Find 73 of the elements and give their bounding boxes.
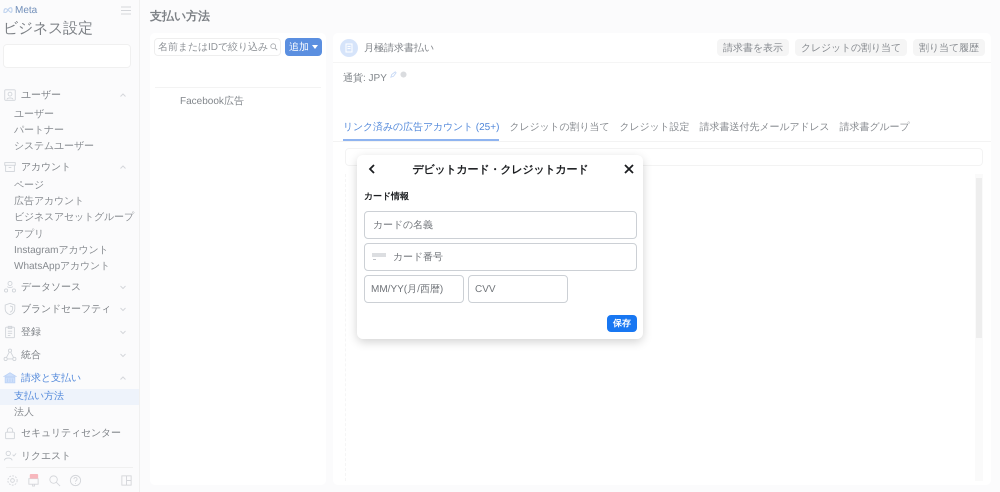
page-title: 支払い方法 (150, 8, 211, 25)
cvv-field[interactable]: CVV (468, 275, 568, 303)
payment-method-title: 月極請求書払い (364, 42, 435, 54)
sidebar-subitem[interactable]: アプリ (0, 226, 139, 243)
sidebar-subitem[interactable]: 広告アカウント (0, 194, 139, 210)
tab[interactable]: クレジット設定 (619, 116, 690, 141)
sidebar-item[interactable]: 統合 (0, 344, 139, 366)
sidebar-item[interactable]: ブランドセーフティ (0, 298, 139, 321)
sidebar-item[interactable]: リクエスト (0, 444, 139, 467)
section-heading: カード情報 (364, 190, 410, 203)
close-icon (624, 164, 634, 174)
tab[interactable]: 請求書グループ (839, 116, 910, 141)
invoice-icon (340, 38, 358, 56)
sidebar-subitem[interactable]: 支払い方法 (0, 389, 139, 406)
cardholder-name-field[interactable]: カードの名義 (364, 211, 637, 239)
dialog-title: デビットカード・クレジットカード (412, 162, 590, 176)
action-button[interactable]: クレジットの割り当て (795, 39, 907, 56)
section-icon (3, 325, 17, 340)
save-button[interactable]: 保存 (607, 315, 637, 332)
sidebar-subitem[interactable]: ページ (0, 178, 139, 194)
caret-icon (312, 45, 318, 49)
meta-logo: Meta (3, 4, 38, 16)
sidebar-item[interactable]: アカウント (0, 155, 139, 178)
sidebar-subitem[interactable]: パートナー (0, 122, 139, 140)
action-button[interactable]: 割り当て履歴 (913, 39, 985, 56)
card-icon (372, 253, 386, 261)
tab[interactable]: 請求書送付先メールアドレス (699, 116, 830, 141)
tab[interactable]: リンク済みの広告アカウント (25+) (343, 116, 500, 141)
section-icon (3, 280, 17, 294)
section-icon (3, 302, 17, 316)
currency-label: 通貨: JPY (343, 72, 387, 85)
filter-field[interactable]: 名前またはIDで絞り込み (154, 38, 281, 56)
sidebar-item[interactable]: 登録 (0, 320, 139, 344)
section-icon (3, 160, 17, 174)
sidebar-item[interactable]: セキュリティセンター (0, 421, 139, 444)
menu-icon[interactable] (121, 6, 131, 14)
section-icon (3, 426, 17, 440)
sidebar-item[interactable]: 請求と支払い (0, 366, 139, 390)
info-icon (400, 71, 407, 78)
sidebar-subitem[interactable]: ビジネスアセットグループ (0, 210, 139, 227)
sidebar-title: ビジネス設定 (2, 19, 94, 38)
chevron-down-icon (119, 305, 127, 314)
sidebar-item[interactable]: データソース (0, 275, 139, 298)
pencil-icon[interactable] (390, 71, 397, 78)
card-number-field[interactable]: カード番号 (364, 243, 637, 271)
sidebar-subitem[interactable]: WhatsAppアカウント (0, 259, 139, 276)
section-icon (3, 370, 17, 385)
notification-icon[interactable] (27, 474, 40, 486)
payment-list-item[interactable]: Facebook広告 (150, 88, 326, 108)
expiry-field[interactable]: MM/YY(月/西暦) (364, 275, 464, 303)
chevron-down-icon (119, 282, 127, 291)
chevron-down-icon (119, 350, 127, 359)
search-icon (270, 43, 278, 51)
help-icon[interactable] (69, 474, 82, 486)
tab[interactable]: クレジットの割り当て (509, 116, 610, 141)
section-icon (3, 348, 17, 362)
chevron-left-icon (368, 164, 376, 174)
section-icon (3, 448, 17, 463)
add-button[interactable]: 追加 (285, 38, 322, 56)
sidebar-subitem[interactable]: ユーザー (0, 106, 139, 123)
chevron-up-icon (119, 91, 127, 100)
sidebar-subitem[interactable]: Instagramアカウント (0, 242, 139, 260)
settings-icon[interactable] (6, 474, 19, 486)
search-icon[interactable] (48, 474, 61, 486)
sidebar-subitem[interactable]: 法人 (0, 405, 139, 422)
chevron-down-icon (119, 328, 127, 336)
sidebar-item[interactable]: ユーザー (0, 84, 139, 107)
section-icon (3, 88, 17, 102)
chevron-up-icon (119, 162, 127, 171)
action-button[interactable]: 請求書を表示 (717, 39, 789, 56)
panel-icon[interactable] (120, 474, 133, 486)
sidebar-subitem[interactable]: システムユーザー (0, 139, 139, 156)
chevron-up-icon (119, 374, 127, 382)
